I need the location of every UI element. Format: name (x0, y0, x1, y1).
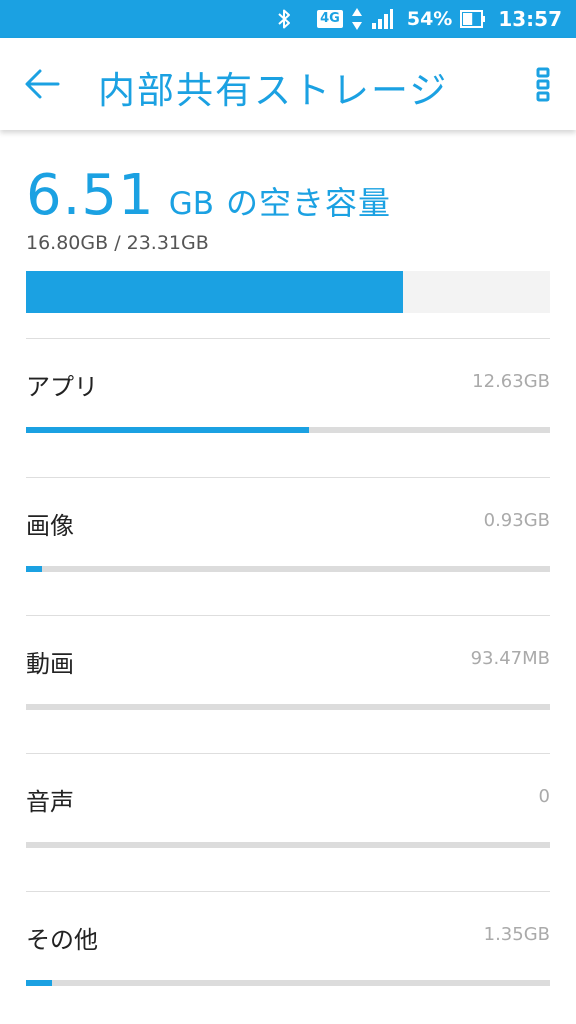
more-vert-icon[interactable] (530, 66, 556, 102)
category-label: 音声 (26, 788, 74, 816)
category-label: 画像 (26, 512, 74, 540)
free-space-heading: 6.51 GB の空き容量 (26, 164, 550, 228)
category-usage-bar (26, 566, 550, 572)
storage-usage-bar (26, 271, 550, 313)
app-bar: 内部共有ストレージ (0, 38, 576, 130)
category-size: 0 (538, 786, 550, 807)
category-label: 動画 (26, 650, 74, 678)
category-usage-bar (26, 704, 550, 710)
category-usage-fill (26, 427, 309, 433)
free-space-value: 6.51 (26, 163, 155, 228)
storage-summary: 6.51 GB の空き容量 16.80GB / 23.31GB (26, 164, 550, 255)
category-usage-fill (26, 566, 42, 572)
category-row-audio[interactable]: 音声 0 (26, 754, 550, 892)
battery-percent: 54% (406, 8, 453, 30)
free-space-label: の空き容量 (225, 184, 391, 222)
category-size: 1.35GB (483, 924, 550, 945)
category-row-other[interactable]: その他 1.35GB (26, 892, 550, 1024)
used-total-text: 16.80GB / 23.31GB (26, 232, 209, 254)
category-size: 0.93GB (483, 510, 550, 531)
page-title: 内部共有ストレージ (98, 69, 449, 112)
category-row-videos[interactable]: 動画 93.47MB (26, 616, 550, 754)
clock: 13:57 (498, 7, 562, 31)
signal-icon (371, 9, 393, 29)
battery-icon (460, 10, 486, 28)
data-arrows-icon (351, 8, 362, 30)
category-label: その他 (26, 926, 98, 954)
free-space-unit: GB (168, 186, 214, 222)
storage-usage-fill (26, 271, 404, 313)
category-size: 93.47MB (470, 648, 550, 669)
category-usage-bar (26, 842, 550, 848)
category-row-apps[interactable]: アプリ 12.63GB (26, 339, 550, 477)
network-type-badge: 4G (317, 10, 343, 28)
bluetooth-icon (278, 9, 291, 29)
arrow-left-icon[interactable] (20, 64, 64, 104)
category-usage-fill (26, 980, 53, 986)
category-usage-bar (26, 980, 550, 986)
category-usage-bar (26, 427, 550, 433)
category-size: 12.63GB (472, 371, 550, 392)
status-bar: 4G 54% 13:57 (0, 0, 576, 38)
category-row-images[interactable]: 画像 0.93GB (26, 478, 550, 616)
category-label: アプリ (26, 373, 98, 401)
